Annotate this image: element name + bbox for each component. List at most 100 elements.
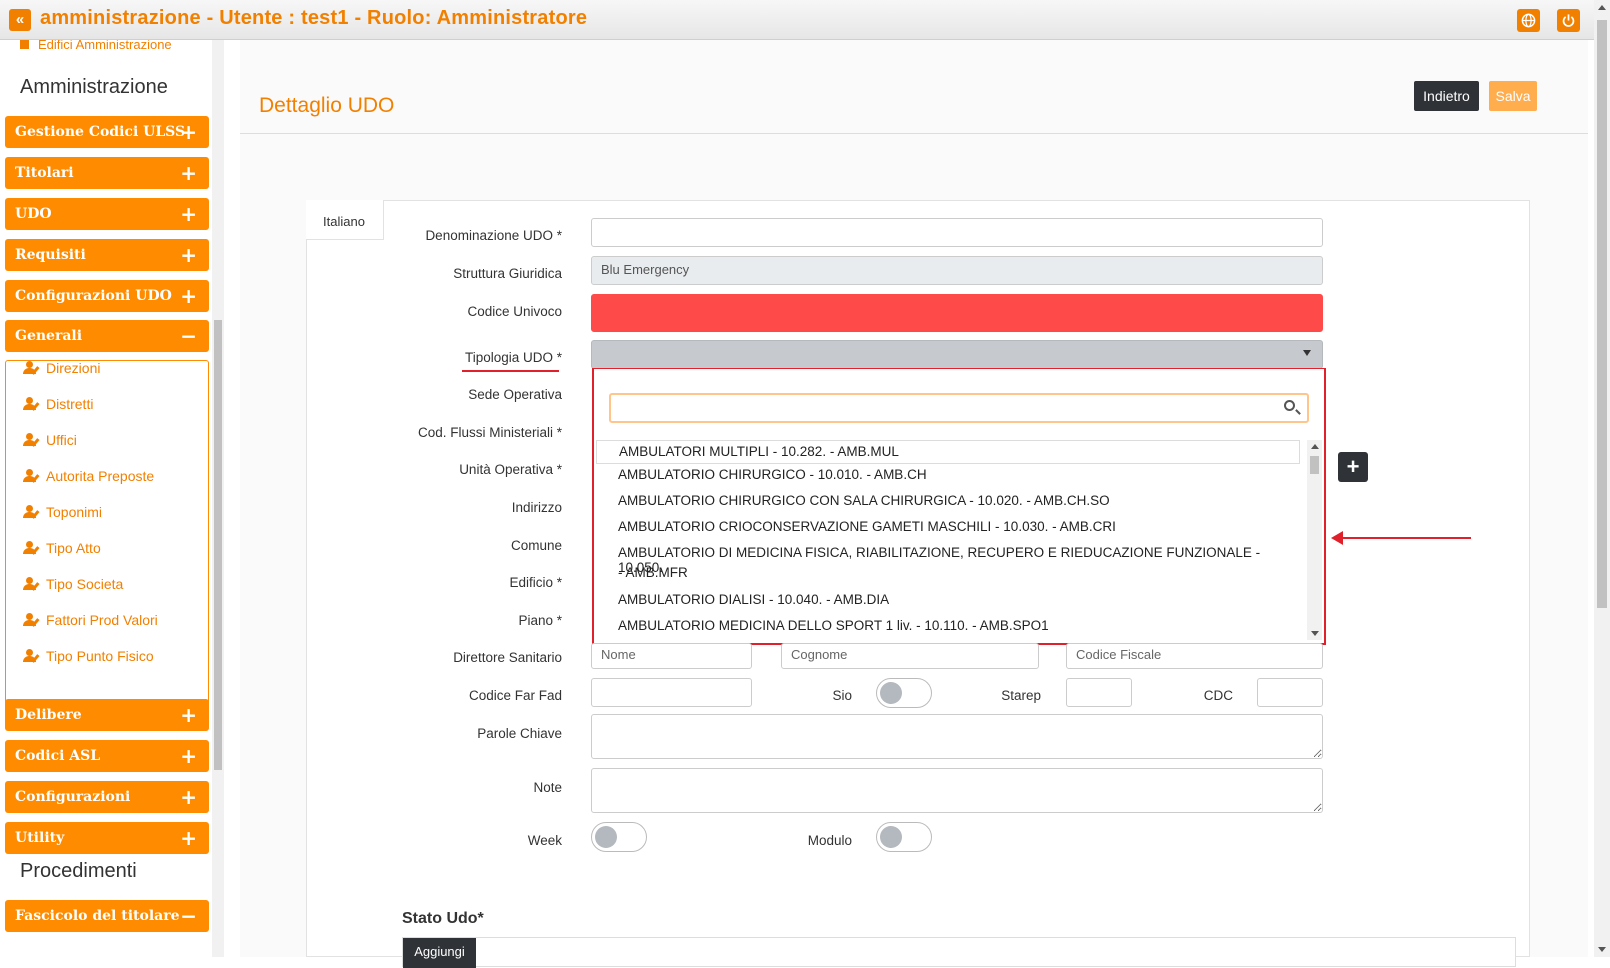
tipologia-dropdown: AMBULATORI MULTIPLI - 10.282. - AMB.MUL … xyxy=(592,368,1326,645)
plus-icon: + xyxy=(180,161,197,185)
cdc-input[interactable] xyxy=(1257,678,1323,707)
dropdown-option[interactable]: AMBULATORIO CHIRURGICO CON SALA CHIRURGI… xyxy=(596,493,1300,508)
plus-icon: + xyxy=(180,826,197,850)
add-stato-button[interactable]: Aggiungi xyxy=(403,938,476,968)
label-comune: Comune xyxy=(510,538,562,553)
user-edit-icon xyxy=(23,649,40,663)
sidebar-item-generali[interactable]: Generali − xyxy=(5,320,209,352)
globe-icon[interactable] xyxy=(1517,9,1540,32)
toggle-knob xyxy=(595,826,617,848)
label-sede-operativa: Sede Operativa xyxy=(468,387,562,402)
codice-fiscale-input[interactable]: Codice Fiscale xyxy=(1066,643,1323,669)
sidebar-subitem-distretti[interactable]: Distretti xyxy=(23,394,93,414)
add-unita-operativa-button[interactable]: + xyxy=(1338,452,1368,482)
parole-chiave-textarea[interactable] xyxy=(591,714,1323,759)
label-tipologia-udo: Tipologia UDO * xyxy=(464,350,562,365)
divider xyxy=(240,133,1588,134)
sidebar-subitem-tipo-societa[interactable]: Tipo Societa xyxy=(23,574,123,594)
sidebar-subitem-tipo-atto[interactable]: Tipo Atto xyxy=(23,538,101,558)
save-button[interactable]: Salva xyxy=(1489,81,1537,111)
week-toggle[interactable] xyxy=(591,822,647,852)
page-scrollbar-thumb[interactable] xyxy=(1597,20,1607,608)
sidebar-item-configurazioni-udo[interactable]: Configurazioni UDO + xyxy=(5,280,209,312)
codice-far-fad-input[interactable] xyxy=(591,678,752,707)
dropdown-scrollbar-thumb[interactable] xyxy=(1310,456,1319,474)
label-starep: Starep xyxy=(1001,688,1041,703)
scroll-down-icon[interactable] xyxy=(1311,631,1319,636)
label-struttura-giuridica: Struttura Giuridica xyxy=(453,266,562,281)
codice-univoco-field[interactable] xyxy=(591,294,1323,332)
minus-icon: − xyxy=(180,904,197,928)
struttura-giuridica-field: Blu Emergency xyxy=(591,256,1323,285)
sidebar-item-requisiti[interactable]: Requisiti + xyxy=(5,239,209,271)
sidebar-subitem-uffici[interactable]: Uffici xyxy=(23,430,77,450)
nome-input[interactable]: Nome xyxy=(591,643,752,669)
sidebar-subitem-direzioni[interactable]: Direzioni xyxy=(23,358,100,378)
sidebar-item-utility[interactable]: Utility + xyxy=(5,822,209,854)
user-edit-icon xyxy=(23,505,40,519)
label-direttore-sanitario: Direttore Sanitario xyxy=(453,650,562,665)
label-cod-flussi-ministeriali: Cod. Flussi Ministeriali * xyxy=(417,425,562,440)
page-title: Dettaglio UDO xyxy=(259,94,395,117)
scroll-down-icon[interactable] xyxy=(1598,947,1606,952)
sidebar-item-delibere[interactable]: Delibere + xyxy=(5,699,209,731)
label-codice-univoco: Codice Univoco xyxy=(467,304,562,319)
sio-toggle[interactable] xyxy=(876,678,932,708)
cognome-input[interactable]: Cognome xyxy=(781,643,1039,669)
search-icon xyxy=(1284,400,1295,411)
toggle-knob xyxy=(880,682,902,704)
user-edit-icon xyxy=(23,541,40,555)
dropdown-options-list: AMBULATORI MULTIPLI - 10.282. - AMB.MUL … xyxy=(596,440,1306,640)
label-parole-chiave: Parole Chiave xyxy=(477,726,562,741)
sidebar-item-udo[interactable]: UDO + xyxy=(5,198,209,230)
back-button[interactable]: Indietro xyxy=(1414,81,1479,111)
dropdown-option[interactable]: AMBULATORIO CRIOCONSERVAZIONE GAMETI MAS… xyxy=(596,519,1300,534)
modulo-toggle[interactable] xyxy=(876,822,932,852)
double-chevron-left-icon[interactable]: « xyxy=(9,9,31,31)
dropdown-option[interactable]: AMBULATORIO DIALISI - 10.040. - AMB.DIA xyxy=(596,592,1300,607)
sidebar: Edifici Amministrazione Amministrazione … xyxy=(0,40,228,957)
dropdown-option-continued[interactable]: - AMB.MFR xyxy=(596,565,1300,580)
dropdown-option[interactable]: AMBULATORIO MEDICINA DELLO SPORT 1 liv. … xyxy=(596,618,1300,633)
tipologia-udo-select[interactable] xyxy=(591,340,1323,369)
arrow-left-icon xyxy=(1331,531,1343,545)
scroll-up-icon[interactable] xyxy=(1598,5,1606,10)
dropdown-search-input[interactable] xyxy=(609,393,1309,423)
annotation-arrow xyxy=(1340,537,1471,539)
sidebar-subitem-tipo-punto-fisico[interactable]: Tipo Punto Fisico xyxy=(23,646,154,666)
power-icon[interactable] xyxy=(1557,9,1580,32)
denominazione-input[interactable] xyxy=(591,218,1323,247)
note-textarea[interactable] xyxy=(591,768,1323,813)
user-edit-icon xyxy=(23,577,40,591)
sidebar-link-edifici[interactable]: Edifici Amministrazione xyxy=(20,40,172,52)
toggle-knob xyxy=(880,826,902,848)
sidebar-item-gestione-codici-ulss[interactable]: Gestione Codici ULSS + xyxy=(5,116,209,148)
dropdown-option[interactable]: AMBULATORIO CHIRURGICO - 10.010. - AMB.C… xyxy=(596,467,1300,482)
plus-icon: + xyxy=(180,744,197,768)
label-week: Week xyxy=(527,833,562,848)
building-icon xyxy=(20,40,29,49)
page-scrollbar[interactable] xyxy=(1594,0,1610,957)
starep-input[interactable] xyxy=(1066,678,1132,707)
sidebar-item-configurazioni[interactable]: Configurazioni + xyxy=(5,781,209,813)
label-edificio: Edificio * xyxy=(509,575,562,590)
stato-udo-table xyxy=(402,937,1516,967)
sidebar-subitem-toponimi[interactable]: Toponimi xyxy=(23,502,102,522)
label-unita-operativa: Unità Operativa * xyxy=(459,462,562,477)
section-title-procedimenti: Procedimenti xyxy=(20,860,137,882)
label-denominazione: Denominazione UDO * xyxy=(425,228,562,243)
sidebar-subitem-fattori-prod-valori[interactable]: Fattori Prod Valori xyxy=(23,610,158,630)
user-edit-icon xyxy=(23,613,40,627)
section-title-amministrazione: Amministrazione xyxy=(20,76,168,98)
sidebar-subitem-autorita-preposte[interactable]: Autorita Preposte xyxy=(23,466,154,486)
sidebar-scrollbar-thumb[interactable] xyxy=(214,320,222,770)
top-bar: « amministrazione - Utente : test1 - Ruo… xyxy=(0,0,1610,40)
scroll-up-icon[interactable] xyxy=(1311,444,1319,449)
dropdown-option[interactable]: AMBULATORI MULTIPLI - 10.282. - AMB.MUL xyxy=(596,440,1300,464)
sidebar-item-fascicolo-del-titolare[interactable]: Fascicolo del titolare − xyxy=(5,900,209,932)
dropdown-scrollbar[interactable] xyxy=(1307,440,1322,640)
app-title: amministrazione - Utente : test1 - Ruolo… xyxy=(40,7,588,29)
user-edit-icon xyxy=(23,361,40,375)
sidebar-item-codici-asl[interactable]: Codici ASL + xyxy=(5,740,209,772)
sidebar-item-titolari[interactable]: Titolari + xyxy=(5,157,209,189)
